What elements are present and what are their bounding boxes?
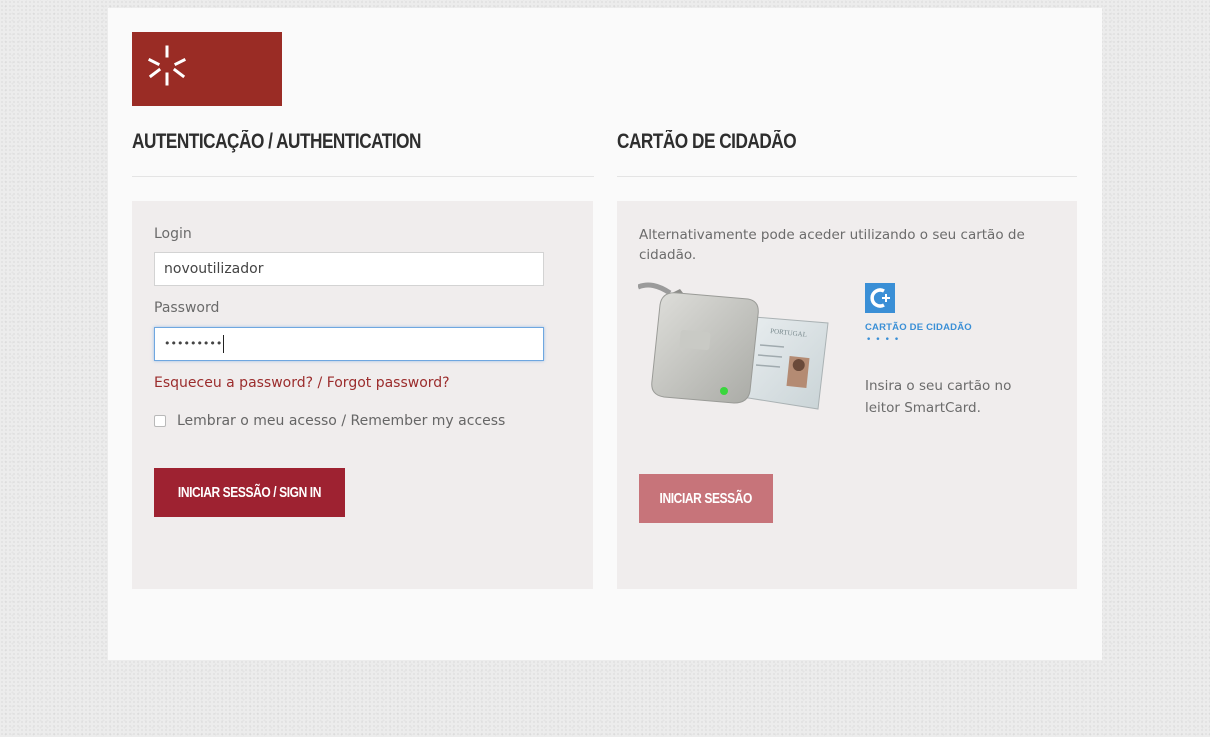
login-input-value: novoutilizador: [164, 261, 264, 277]
sign-in-button[interactable]: INICIAR SESSÃO / SIGN IN: [154, 468, 345, 517]
text-caret: [223, 335, 225, 353]
star-logo-icon: [147, 45, 187, 86]
citizen-card-panel: Alternativamente pode aceder utilizando …: [617, 201, 1077, 589]
login-container: AUTENTICAÇÃO / AUTHENTICATION CARTÃO DE …: [108, 8, 1102, 660]
login-label: Login: [154, 226, 192, 242]
remember-me-checkbox[interactable]: [154, 415, 166, 427]
auth-panel: Login novoutilizador Password ••••••••• …: [132, 201, 593, 589]
citizen-card-logo-dots: ••••: [866, 335, 904, 345]
password-label: Password: [154, 300, 220, 316]
citizen-card-logo-icon: [865, 283, 895, 313]
sign-in-button-label: INICIAR SESSÃO / SIGN IN: [177, 484, 322, 501]
citizen-card-sign-in-label: INICIAR SESSÃO: [659, 490, 753, 507]
citizen-card-heading: CARTÃO DE CIDADÃO: [617, 130, 797, 153]
citizen-card-logo: CARTÃO DE CIDADÃO ••••: [865, 283, 995, 347]
university-logo[interactable]: [132, 32, 282, 106]
citizen-card-heading-divider: [617, 176, 1077, 177]
citizen-card-logo-text: CARTÃO DE CIDADÃO: [865, 322, 972, 333]
login-input[interactable]: novoutilizador: [154, 252, 544, 286]
password-input-value: •••••••••: [164, 337, 223, 350]
smartcard-instructions: Insira o seu cartão no leitor SmartCard.: [865, 378, 1012, 416]
citizen-card-description: Alternativamente pode aceder utilizando …: [639, 227, 1025, 263]
card-reader-illustration: PORTUGAL: [638, 282, 829, 410]
citizen-card-sign-in-button[interactable]: INICIAR SESSÃO: [639, 474, 773, 523]
remember-me-row[interactable]: Lembrar o meu acesso / Remember my acces…: [154, 413, 505, 429]
password-input[interactable]: •••••••••: [154, 327, 544, 361]
forgot-password-link[interactable]: Esqueceu a password? / Forgot password?: [154, 375, 450, 391]
auth-heading: AUTENTICAÇÃO / AUTHENTICATION: [132, 130, 421, 153]
auth-heading-divider: [132, 176, 594, 177]
remember-me-label[interactable]: Lembrar o meu acesso / Remember my acces…: [177, 413, 505, 429]
